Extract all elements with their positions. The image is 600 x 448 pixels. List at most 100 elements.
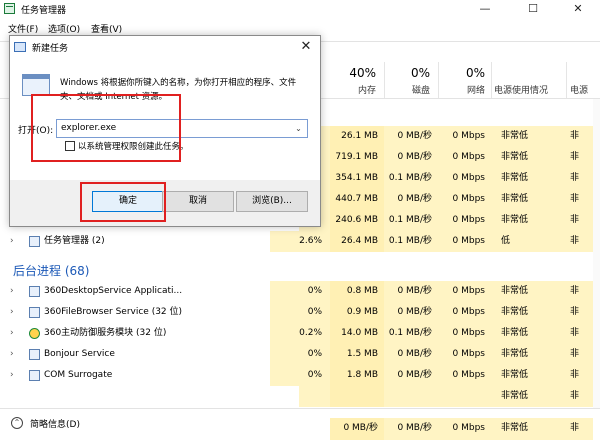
chevron-right-icon[interactable]: › [10, 287, 16, 296]
network-cell: 0 Mbps [438, 418, 491, 440]
process-name: 360主动防御服务模块 (32 位) [44, 328, 167, 338]
cpu-cell: 0% [270, 344, 330, 365]
power-cell: 非常低 [491, 210, 566, 231]
power-trend-cell: 非 [566, 344, 593, 365]
disk-cell [384, 386, 438, 407]
open-input[interactable]: explorer.exe [56, 119, 308, 138]
menu-view[interactable]: 查看(V) [91, 22, 122, 35]
table-row-task-manager[interactable]: › 任务管理器 (2) 2.6% 26.4 MB 0.1 MB/秒 0 Mbps… [0, 231, 600, 252]
chevron-down-icon[interactable]: ⌄ [290, 120, 307, 137]
admin-privileges-checkbox[interactable] [65, 141, 75, 151]
power-cell: 非常低 [491, 365, 566, 386]
chevron-right-icon[interactable]: › [10, 350, 16, 359]
power-cell: 非常低 [491, 302, 566, 323]
chevron-right-icon[interactable]: › [10, 371, 16, 380]
disk-cell: 0 MB/秒 [384, 126, 438, 147]
menu-file[interactable]: 文件(F) [8, 22, 38, 35]
memory-label: 内存 [357, 86, 376, 96]
power-cell: 非常低 [491, 126, 566, 147]
table-row[interactable]: 非常低 非 [0, 386, 600, 408]
disk-cell: 0 MB/秒 [384, 281, 438, 302]
network-cell: 0 Mbps [438, 344, 491, 365]
menu-options[interactable]: 选项(O) [48, 22, 80, 35]
disk-cell: 0.1 MB/秒 [384, 231, 438, 252]
table-row[interactable]: › Bonjour Service 0% 1.5 MB 0 MB/秒 0 Mbp… [0, 344, 600, 365]
table-row[interactable]: › 360FileBrowser Service (32 位) 0% 0.9 M… [0, 302, 600, 323]
ok-button[interactable]: 确定 [92, 191, 164, 212]
disk-cell: 0.1 MB/秒 [384, 323, 438, 344]
process-icon [29, 370, 40, 381]
dialog-description: Windows 将根据你所键入的名称，为你打开相应的程序、文件夹、文档或 Int… [60, 78, 297, 102]
chevron-right-icon[interactable]: › [10, 308, 16, 317]
run-icon [14, 42, 26, 52]
disk-percent: 0% [410, 66, 430, 80]
power-trend-cell: 非 [566, 231, 593, 252]
process-icon [29, 286, 40, 297]
power-cell: 低 [491, 231, 566, 252]
memory-cell: 719.1 MB [330, 147, 384, 168]
power-cell: 非常低 [491, 323, 566, 344]
background-processes-heading: 后台进程 (68) [13, 264, 90, 278]
power-trend-cell: 非 [566, 189, 593, 210]
title-bar: 任务管理器 — ☐ ✕ [0, 0, 600, 17]
vertical-scrollbar[interactable] [593, 99, 600, 408]
power-cell: 非常低 [491, 281, 566, 302]
status-bar: ⌃ 简略信息(D) 0 MB/秒 0 MB/秒 0 Mbps 非常低 非 [0, 408, 600, 448]
power-cell: 非常低 [491, 344, 566, 365]
power-trend-cell: 非 [566, 386, 593, 407]
process-name: Bonjour Service [44, 349, 115, 359]
table-row[interactable]: › COM Surrogate 0% 1.8 MB 0 MB/秒 0 Mbps … [0, 365, 600, 386]
run-program-icon [22, 74, 50, 96]
minimize-button[interactable]: — [462, 0, 508, 17]
cpu-cell [299, 386, 330, 407]
dialog-close-button[interactable]: ✕ [296, 38, 316, 56]
power-trend-label: 电源 [570, 86, 589, 96]
table-row[interactable]: › 360DesktopService Applicati... 0% 0.8 … [0, 281, 600, 302]
open-label: 打开(O): [18, 126, 54, 136]
power-trend-cell: 非 [566, 323, 593, 344]
task-manager-icon [4, 3, 15, 14]
memory-cell: 0.8 MB [330, 281, 384, 302]
chevron-right-icon[interactable]: › [10, 237, 16, 246]
power-trend-cell: 非 [566, 365, 593, 386]
browse-button[interactable]: 浏览(B)... [236, 191, 308, 212]
memory-cell: 1.5 MB [330, 344, 384, 365]
power-cell: 非常低 [491, 168, 566, 189]
admin-privileges-label[interactable]: 以系统管理权限创建此任务。 [78, 140, 189, 152]
memory-cell: 240.6 MB [330, 210, 384, 231]
memory-cell: 14.0 MB [330, 323, 384, 344]
memory-cell [330, 386, 384, 407]
network-cell: 0 Mbps [438, 189, 491, 210]
chevron-right-icon[interactable]: › [10, 329, 16, 338]
disk-cell: 0 MB/秒 [384, 147, 438, 168]
memory-cell: 0.9 MB [330, 302, 384, 323]
cancel-button[interactable]: 取消 [162, 191, 234, 212]
power-usage-label: 电源使用情况 [494, 86, 549, 96]
memory-percent: 40% [349, 66, 376, 80]
maximize-button[interactable]: ☐ [510, 0, 556, 17]
column-divider [566, 62, 567, 98]
network-cell: 0 Mbps [438, 210, 491, 231]
memory-cell: 440.7 MB [330, 189, 384, 210]
network-cell: 0 Mbps [438, 365, 491, 386]
disk-cell: 0 MB/秒 [384, 302, 438, 323]
network-cell [438, 386, 491, 407]
power-cell: 非常低 [491, 418, 566, 440]
cpu-cell: 2.6% [270, 231, 330, 252]
memory-cell: 26.4 MB [330, 231, 384, 252]
process-name: 360FileBrowser Service (32 位) [44, 307, 183, 317]
power-cell: 非常低 [491, 189, 566, 210]
power-trend-cell: 非 [566, 126, 593, 147]
power-trend-cell: 非 [566, 168, 593, 189]
process-icon [29, 349, 40, 360]
disk-cell: 0 MB/秒 [384, 365, 438, 386]
table-row[interactable]: 0 MB/秒 0 MB/秒 0 Mbps 非常低 非 [0, 418, 600, 440]
memory-cell: 26.1 MB [330, 126, 384, 147]
shield-process-icon [29, 328, 40, 339]
process-icon [29, 307, 40, 318]
table-row[interactable]: › 360主动防御服务模块 (32 位) 0.2% 14.0 MB 0.1 MB… [0, 323, 600, 344]
cpu-cell: 0% [270, 365, 330, 386]
process-name: 任务管理器 (2) [44, 236, 105, 246]
close-button[interactable]: ✕ [555, 0, 600, 17]
task-manager-process-icon [29, 236, 40, 247]
